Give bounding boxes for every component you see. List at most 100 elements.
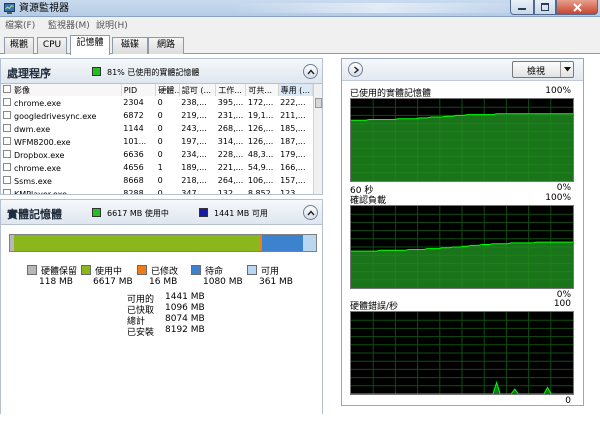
menu-help[interactable]: 說明(H) [96,18,128,31]
process-cell: 0 [157,176,163,185]
process-cell: 264,... [217,176,244,185]
available-swatch [199,208,208,217]
process-cell: googledrivesync.exe [1,109,121,122]
column-header-2[interactable]: 硬體... [155,84,180,96]
process-checkbox[interactable] [3,162,11,171]
legend-swatch [137,265,147,275]
process-row[interactable]: chrome.exe 2304 0 238,... 395,... 172,... 222,… [1,96,313,109]
legend-swatch [247,265,257,275]
chart-area-fill [351,242,573,288]
chevron-right-icon [353,65,359,74]
process-cell: 0 [157,189,163,195]
scrollbar-thumb[interactable] [315,98,322,108]
column-header-0[interactable]: 影像 [1,84,122,96]
process-checkbox[interactable] [3,188,11,194]
process-cell: 54,9... [247,163,274,172]
process-name: chrome.exe [14,98,61,108]
process-cell: 234,... [181,150,207,159]
tab-overview[interactable]: 概觀 [4,37,34,54]
menu-bar: 檔案(F) 監視器(M) 說明(H) [0,17,600,32]
process-checkbox[interactable] [3,149,11,158]
process-cell: 8,852 [247,189,271,195]
window-title: 資源監視器 [19,3,69,14]
process-cell: 0 [157,124,163,133]
collapse-processes-button[interactable] [303,64,318,79]
process-checkbox[interactable] [3,175,11,184]
chart-plot [350,311,574,395]
collapse-physical-memory-button[interactable] [303,205,318,220]
tab-memory[interactable]: 記憶體 [70,35,110,55]
select-all-checkbox[interactable] [3,84,11,93]
process-row[interactable]: chrome.exe 4656 1 189,... 221,... 54,9... 166,… [1,161,313,174]
process-table-scrollbar[interactable] [313,84,322,194]
menu-monitor[interactable]: 監視器(M) [48,18,90,31]
process-checkbox[interactable] [3,110,11,119]
process-checkbox[interactable] [3,136,11,145]
process-cell: 6872 [123,111,144,120]
column-header-5[interactable]: 可共... [245,84,279,96]
process-cell: WFM8200.exe [1,135,121,148]
process-cell: 1144 [123,124,144,133]
main-content: 處理程序 81% 已使用的實體記憶體 影像 PID硬體...認可 (...工作..… [0,54,600,445]
blurred-title-text [230,3,530,13]
process-row[interactable]: dwm.exe 1144 0 243,... 268,... 126,... 185,... [1,122,313,135]
physical-memory-panel-header[interactable]: 實體記憶體 6617 MB 使用中 1441 MB 可用 [0,199,323,225]
minimize-button[interactable] [510,0,534,15]
chart-max-label: 100 [553,299,571,309]
process-checkbox[interactable] [3,97,11,106]
process-row[interactable]: googledrivesync.exe 6872 0 219,... 231,... 19… [1,109,313,122]
close-button[interactable] [556,0,598,15]
process-cell: 0 [157,111,163,120]
view-dropdown[interactable]: 檢視 [512,61,574,78]
process-cell: 222,... [280,98,306,107]
process-cell: 219,... [181,111,207,120]
legend-swatch [191,265,201,275]
column-header-4[interactable]: 工作... [215,84,247,96]
process-row[interactable]: KMPlayer.exe 8288 0 347,... 132,... 8,852 123,… [1,187,313,195]
legend-swatch [81,265,91,275]
process-row[interactable]: Ssms.exe 8668 0 218,... 264,... 106,... 157,..… [1,174,313,187]
legend-swatch [27,265,37,275]
legend-label: 硬體保留 [41,267,78,277]
minimize-icon [518,8,526,10]
tab-cpu[interactable]: CPU [37,37,67,54]
process-cell: 0 [157,98,163,107]
process-cell: chrome.exe [1,96,121,109]
memory-bar-segment-free [302,235,316,251]
process-row[interactable]: Dropbox.exe 6636 0 234,... 228,... 48,3... 179… [1,148,313,161]
legend-label: 使用中 [95,267,123,277]
charts-panel-toolbar: 檢視 [342,59,583,81]
process-cell: 101... [123,137,147,146]
physical-memory-title: 實體記憶體 [7,208,62,221]
legend-value: 1080 MB [203,277,243,287]
maximize-button[interactable] [534,0,556,15]
column-header-6[interactable]: 專用 (... [278,84,314,96]
stat-value: 1096 MB [165,303,205,313]
process-cell: 4656 [123,163,144,172]
resource-monitor-icon [4,3,15,14]
column-label: 影像 [14,85,30,95]
close-icon [572,2,582,12]
chevron-up-icon [306,68,315,74]
in-use-swatch [92,208,101,217]
process-checkbox[interactable] [3,123,11,132]
process-cell: 123,... [280,189,306,195]
process-cell: Dropbox.exe [1,148,121,161]
chart-min-label: 0% [556,183,571,193]
expand-charts-button[interactable] [348,62,363,77]
legend-value: 118 MB [39,277,73,287]
process-row[interactable]: WFM8200.exe 101... 0 197,... 314,... 126,... 1… [1,135,313,148]
menu-file[interactable]: 檔案(F) [5,18,35,31]
process-cell: 8668 [123,176,144,185]
process-name: Ssms.exe [14,176,52,186]
column-header-3[interactable]: 認可 (... [179,84,217,96]
process-cell: 8288 [123,189,144,195]
processes-panel-header[interactable]: 處理程序 81% 已使用的實體記憶體 [0,58,323,84]
tab-disk[interactable]: 磁碟 [112,37,148,54]
column-header-1[interactable]: PID [121,84,157,96]
chart-plot [350,205,574,289]
tab-network[interactable]: 網路 [148,37,184,54]
process-cell: 2304 [123,98,144,107]
process-cell: chrome.exe [1,161,121,174]
process-name: KMPlayer.exe [14,189,68,195]
